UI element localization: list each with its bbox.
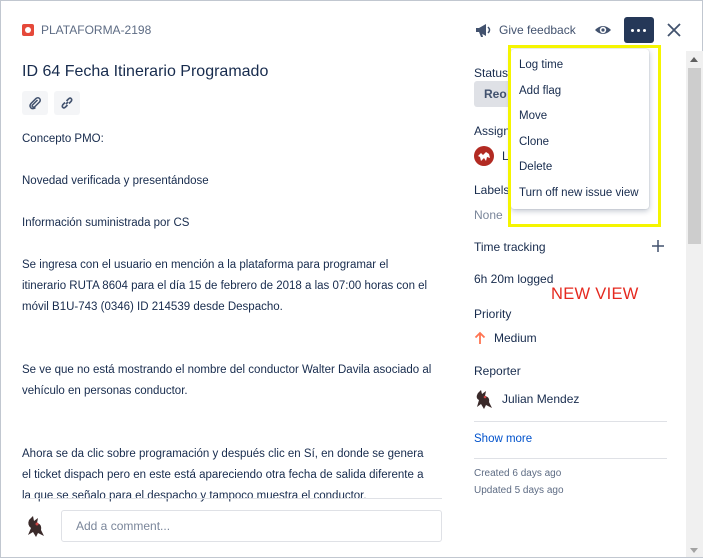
reporter-label: Reporter — [474, 364, 521, 378]
assignee-label: Assign — [474, 124, 511, 138]
menu-item-clone[interactable]: Clone — [511, 130, 649, 156]
created-date: Created 6 days ago — [474, 468, 562, 479]
reporter-name: Julian Mendez — [502, 392, 580, 406]
description-paragraph — [22, 192, 432, 213]
description-paragraph — [22, 423, 432, 444]
link-issue-button[interactable] — [54, 91, 80, 115]
menu-item-move[interactable]: Move — [511, 104, 649, 130]
time-tracking-label: Time tracking — [474, 240, 546, 254]
give-feedback-label: Give feedback — [499, 23, 576, 37]
arrow-up-icon — [474, 331, 486, 344]
new-view-annotation: NEW VIEW — [551, 285, 639, 303]
assignee-field[interactable]: L — [474, 146, 509, 166]
scroll-thumb[interactable] — [688, 68, 701, 244]
issue-description[interactable]: Concepto PMO: Novedad verificada y prese… — [22, 129, 432, 507]
time-logged[interactable]: 6h 20m logged — [474, 272, 553, 286]
description-paragraph: Información suministrada por CS — [22, 217, 190, 229]
dot — [637, 28, 641, 32]
scroll-down-arrow-icon[interactable] — [690, 548, 698, 553]
comment-input[interactable] — [61, 510, 442, 542]
attach-button[interactable] — [22, 91, 48, 115]
issue-view-window: PLATAFORMA-2198 Give feedback ID 64 Fech… — [0, 0, 703, 558]
description-paragraph — [22, 150, 432, 171]
dot — [631, 28, 635, 32]
menu-item-delete[interactable]: Delete — [511, 155, 649, 181]
paperclip-icon — [29, 97, 41, 110]
menu-item-log-time[interactable]: Log time — [511, 53, 649, 79]
assignee-avatar — [474, 146, 494, 166]
reporter-field[interactable]: Julian Mendez — [474, 388, 579, 410]
comment-divider — [22, 498, 442, 499]
issue-title[interactable]: ID 64 Fecha Itinerario Programado — [22, 63, 268, 81]
updated-date: Updated 5 days ago — [474, 485, 564, 496]
priority-field[interactable]: Medium — [474, 331, 537, 345]
reporter-avatar — [476, 390, 492, 409]
close-icon[interactable] — [666, 22, 682, 38]
scroll-up-arrow-icon[interactable] — [690, 57, 698, 62]
description-paragraph: Se ve que no está mostrando el nombre de… — [22, 364, 432, 397]
priority-value: Medium — [494, 331, 537, 345]
megaphone-icon — [476, 24, 491, 37]
give-feedback-button[interactable]: Give feedback — [475, 22, 576, 38]
add-time-plus-icon[interactable] — [652, 240, 664, 252]
status-label: Status — [474, 66, 509, 80]
link-icon — [61, 97, 73, 109]
sidebar-divider — [474, 421, 667, 422]
labels-value[interactable]: None — [474, 208, 503, 222]
issue-key-breadcrumb[interactable]: PLATAFORMA-2198 — [22, 23, 151, 37]
header-actions: Give feedback — [475, 17, 682, 43]
description-paragraph — [22, 339, 432, 360]
more-actions-button[interactable] — [623, 17, 654, 43]
description-paragraph: Novedad verificada y presentándose — [22, 175, 209, 187]
title-actions — [22, 91, 80, 115]
description-paragraph — [22, 402, 432, 423]
description-paragraph — [22, 318, 432, 339]
watch-eye-icon[interactable] — [594, 22, 612, 38]
menu-item-add-flag[interactable]: Add flag — [511, 79, 649, 105]
sidebar-divider — [474, 458, 667, 459]
user-avatar — [28, 516, 44, 537]
vertical-scrollbar[interactable] — [686, 51, 703, 557]
priority-label: Priority — [474, 307, 512, 321]
animal-avatar-icon — [478, 152, 490, 161]
description-paragraph — [22, 234, 432, 255]
more-actions-menu: Log time Add flag Move Clone Delete Turn off … — [511, 49, 649, 209]
bug-type-icon — [22, 24, 34, 36]
description-paragraph: Se ingresa con el usuario en mención a l… — [22, 259, 428, 313]
assignee-name: L — [502, 149, 509, 163]
description-paragraph: Concepto PMO: — [22, 133, 104, 145]
show-more-link[interactable]: Show more — [474, 433, 532, 445]
issue-key[interactable]: PLATAFORMA-2198 — [41, 23, 151, 37]
dot — [643, 28, 647, 32]
status-dropdown[interactable]: Reo — [474, 81, 514, 107]
menu-item-turn-off-new-issue-view[interactable]: Turn off new issue view — [511, 181, 649, 207]
labels-label: Labels — [474, 183, 510, 197]
